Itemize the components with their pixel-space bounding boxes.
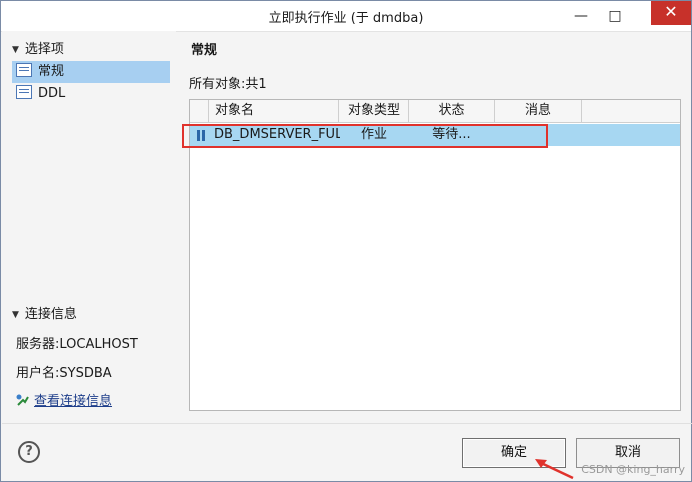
connection-icon bbox=[16, 394, 29, 406]
section-title: 常规 bbox=[191, 43, 218, 58]
object-count: 所有对象:共1 bbox=[189, 77, 267, 92]
table-header: 对象名 对象类型 状态 消息 bbox=[190, 100, 680, 123]
collapse-triangle-icon: ▼ bbox=[12, 310, 19, 320]
left-panel: ▼ 选择项 常规 DDL ▼ 连接信息 服务器:LOCALHOST 用户名:SYSD… bbox=[2, 31, 176, 427]
connection-header[interactable]: ▼ 连接信息 bbox=[12, 303, 77, 322]
nav-item-ddl[interactable]: DDL bbox=[12, 83, 170, 105]
annotation-highlight-box bbox=[182, 124, 548, 148]
form-icon bbox=[16, 85, 32, 99]
column-header-type[interactable]: 对象类型 bbox=[340, 100, 409, 122]
header-icon-col bbox=[190, 100, 209, 122]
nav-item-label: 常规 bbox=[38, 64, 65, 79]
minimize-button[interactable]: — bbox=[567, 1, 595, 31]
close-button[interactable]: ✕ bbox=[651, 1, 691, 25]
column-header-status[interactable]: 状态 bbox=[409, 100, 495, 122]
view-connection-link[interactable]: 查看连接信息 bbox=[16, 390, 112, 409]
server-info: 服务器:LOCALHOST bbox=[16, 337, 138, 352]
nav-item-general[interactable]: 常规 bbox=[12, 61, 170, 83]
maximize-button[interactable]: □ bbox=[601, 1, 629, 31]
options-header[interactable]: ▼ 选择项 bbox=[12, 38, 64, 57]
dialog-window: 立即执行作业 (于 dmdba) — □ ✕ ▼ 选择项 常规 DDL ▼ 连接信息… bbox=[0, 0, 692, 482]
column-header-name[interactable]: 对象名 bbox=[209, 100, 339, 122]
title-bar[interactable]: 立即执行作业 (于 dmdba) — □ ✕ bbox=[1, 1, 691, 32]
column-header-message[interactable]: 消息 bbox=[495, 100, 582, 122]
nav-item-label: DDL bbox=[38, 86, 66, 101]
watermark: CSDN @king_harry bbox=[581, 463, 685, 476]
collapse-triangle-icon: ▼ bbox=[12, 45, 19, 55]
user-info: 用户名:SYSDBA bbox=[16, 366, 112, 381]
footer-divider bbox=[2, 423, 692, 424]
help-icon[interactable]: ? bbox=[18, 441, 40, 463]
form-icon bbox=[16, 63, 32, 77]
